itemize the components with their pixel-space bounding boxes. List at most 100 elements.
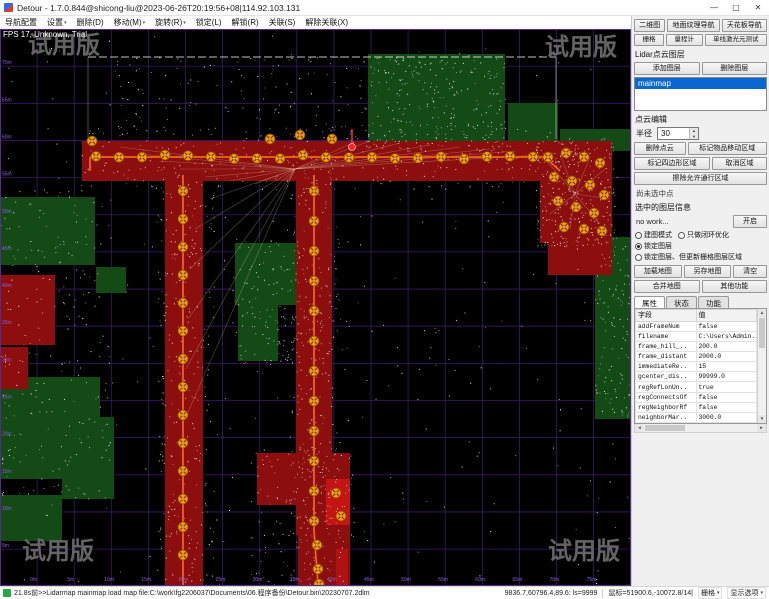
erase-passable-area-button[interactable]: 擦除允许通行区域 (634, 172, 767, 185)
load-map-button[interactable]: 加载地图 (634, 265, 682, 278)
scroll-right-icon[interactable]: ► (757, 424, 766, 432)
axis-left-label: 10m (2, 506, 12, 512)
axis-left-label: 70m (2, 60, 12, 66)
axis-left-label: 20m (2, 432, 12, 438)
mode-radio-3[interactable]: 锁定图层、但更新栅格图层区域 (635, 253, 742, 262)
nav-tab-2[interactable]: 天花板导航 (722, 19, 767, 32)
chevron-down-icon: ▾ (64, 20, 67, 26)
grid-dropdown-label: 栅格 (701, 588, 715, 598)
work-status-label: no work... (634, 217, 731, 226)
view-tab-0[interactable]: 栅格 (634, 34, 664, 46)
save-as-map-button[interactable]: 另存地图 (684, 265, 732, 278)
mark-quad-area-button[interactable]: 标记四边形区域 (634, 157, 710, 170)
lidar-map-canvas[interactable]: 试用版试用版试用版试用版0m5m10m15m20m25m30m35m40m45m… (0, 29, 631, 586)
merge-map-button[interactable]: 合并地图 (634, 280, 700, 293)
status-message: 21.8s前>>Lidarmap mainmap load map file:C… (14, 588, 370, 598)
trial-watermark: 试用版 (548, 538, 620, 565)
table-row[interactable]: regConnectsOffalse (636, 392, 757, 402)
map-column: 导航配置设置▾删除(D)移动(M)▾旋转(R)▾锁定(L)解锁(R)关联(S)解… (0, 16, 631, 586)
scroll-thumb[interactable] (759, 318, 765, 348)
view-tab-1[interactable]: 量程计 (666, 34, 703, 46)
start-button[interactable]: 开启 (733, 215, 767, 228)
axis-bottom-label: 25m (216, 577, 226, 583)
radius-label: 半径 (636, 128, 652, 139)
view-tab-2[interactable]: 单线激光元测试 (705, 34, 768, 46)
axis-bottom-label: 55m (438, 577, 448, 583)
nav-tab-1[interactable]: 地面纹理导航 (667, 19, 719, 32)
menu-item-0[interactable]: 导航配置 (0, 17, 42, 28)
map-viewport[interactable]: 试用版试用版试用版试用版0m5m10m15m20m25m30m35m40m45m… (0, 29, 631, 586)
table-column-header: 字段 (636, 310, 697, 322)
mode-radio-1[interactable]: 只做闭环优化 (678, 231, 729, 240)
table-row[interactable]: neighborMar..3000.0 (636, 412, 757, 422)
menu-item-label: 锁定(L) (196, 17, 222, 28)
table-vertical-scrollbar[interactable]: ▲ ▼ (757, 309, 766, 423)
nav-tab-0[interactable]: 二维图 (634, 19, 665, 32)
add-layer-button[interactable]: 添加图层 (634, 62, 700, 75)
table-row[interactable]: gcenter_dis..99999.0 (636, 372, 757, 382)
other-functions-button[interactable]: 其他功能 (702, 280, 768, 293)
remove-layer-button[interactable]: 删除图层 (702, 62, 768, 75)
mode-radio-2[interactable]: 锁定图层 (635, 242, 672, 251)
display-options-dropdown[interactable]: 显示选项 ▾ (727, 587, 766, 599)
table-cell: 3000.0 (696, 412, 757, 422)
table-cell: immediateRe.. (636, 362, 697, 372)
radius-spinner[interactable]: 30 ▲▼ (657, 127, 699, 140)
layer-list-item[interactable]: mainmap (635, 78, 766, 89)
mode-radio-0[interactable]: 建图模式 (635, 231, 672, 240)
menu-item-3[interactable]: 移动(M)▾ (109, 17, 151, 28)
chevron-down-icon: ▾ (143, 20, 146, 26)
axis-left-label: 60m (2, 134, 12, 140)
menu-item-6[interactable]: 解锁(R) (227, 17, 264, 28)
mark-item-move-area-button[interactable]: 标记物品移动区域 (688, 142, 768, 155)
spinner-arrows[interactable]: ▲▼ (689, 128, 698, 139)
table-row[interactable]: frame_distant2000.0 (636, 352, 757, 362)
no-selection-label: 尚未选中点 (636, 188, 767, 199)
menu-item-label: 移动(M) (114, 17, 142, 28)
table-row[interactable]: immediateRe..15 (636, 362, 757, 372)
axis-bottom-label: 70m (550, 577, 560, 583)
table-row[interactable]: regRefLonUn..true (636, 382, 757, 392)
cancel-area-button[interactable]: 取消区域 (712, 157, 767, 170)
spinner-down-icon[interactable]: ▼ (690, 134, 698, 140)
chevron-down-icon: ▾ (183, 20, 186, 26)
menu-item-7[interactable]: 关联(S) (264, 17, 301, 28)
property-tab-1[interactable]: 状态 (666, 296, 697, 308)
menu-item-4[interactable]: 旋转(R)▾ (150, 17, 191, 28)
maximize-button[interactable]: ▢ (725, 0, 747, 15)
scroll-up-icon[interactable]: ▲ (758, 309, 766, 317)
property-tab-2[interactable]: 功能 (698, 296, 729, 308)
axis-bottom-label: 45m (364, 577, 374, 583)
menu-item-label: 关联(S) (269, 17, 296, 28)
delete-points-button[interactable]: 删除点云 (634, 142, 686, 155)
radius-value: 30 (658, 128, 689, 139)
menu-item-label: 导航配置 (5, 17, 37, 28)
axis-left-label: 55m (2, 172, 12, 178)
grid-dropdown[interactable]: 栅格 ▾ (698, 587, 723, 599)
menu-item-2[interactable]: 删除(D) (72, 17, 109, 28)
table-horizontal-scrollbar[interactable]: ◄ ► (634, 424, 767, 433)
table-cell: false (696, 321, 757, 331)
minimize-button[interactable]: — (703, 0, 725, 15)
mode-radio-label: 建图模式 (644, 231, 672, 240)
table-row[interactable]: regNeighborRffalse (636, 402, 757, 412)
mode-radio-label: 只做闭环优化 (687, 231, 729, 240)
table-cell: regNeighborRf (636, 402, 697, 412)
close-button[interactable]: ✕ (747, 0, 769, 15)
menu-item-label: 删除(D) (77, 17, 104, 28)
clear-button[interactable]: 清空 (733, 265, 767, 278)
table-row[interactable]: addFrameNumfalse (636, 321, 757, 331)
scroll-down-icon[interactable]: ▼ (758, 415, 766, 423)
table-cell: 15 (696, 362, 757, 372)
layer-list[interactable]: mainmap (634, 77, 767, 111)
table-cell: false (696, 392, 757, 402)
menu-item-8[interactable]: 解除关联(X) (300, 17, 353, 28)
table-row[interactable]: filenameC:\Users\Admin. (636, 331, 757, 341)
scroll-left-icon[interactable]: ◄ (635, 424, 644, 432)
menu-item-5[interactable]: 锁定(L) (191, 17, 227, 28)
hscroll-thumb[interactable] (645, 425, 685, 431)
property-tab-0[interactable]: 属性 (634, 296, 665, 308)
table-row[interactable]: frame_hill_..200.0 (636, 341, 757, 351)
menu-item-1[interactable]: 设置▾ (42, 17, 72, 28)
mouse-coordinates: 鼠标=51900.6,-10072.8/14| (608, 588, 693, 598)
